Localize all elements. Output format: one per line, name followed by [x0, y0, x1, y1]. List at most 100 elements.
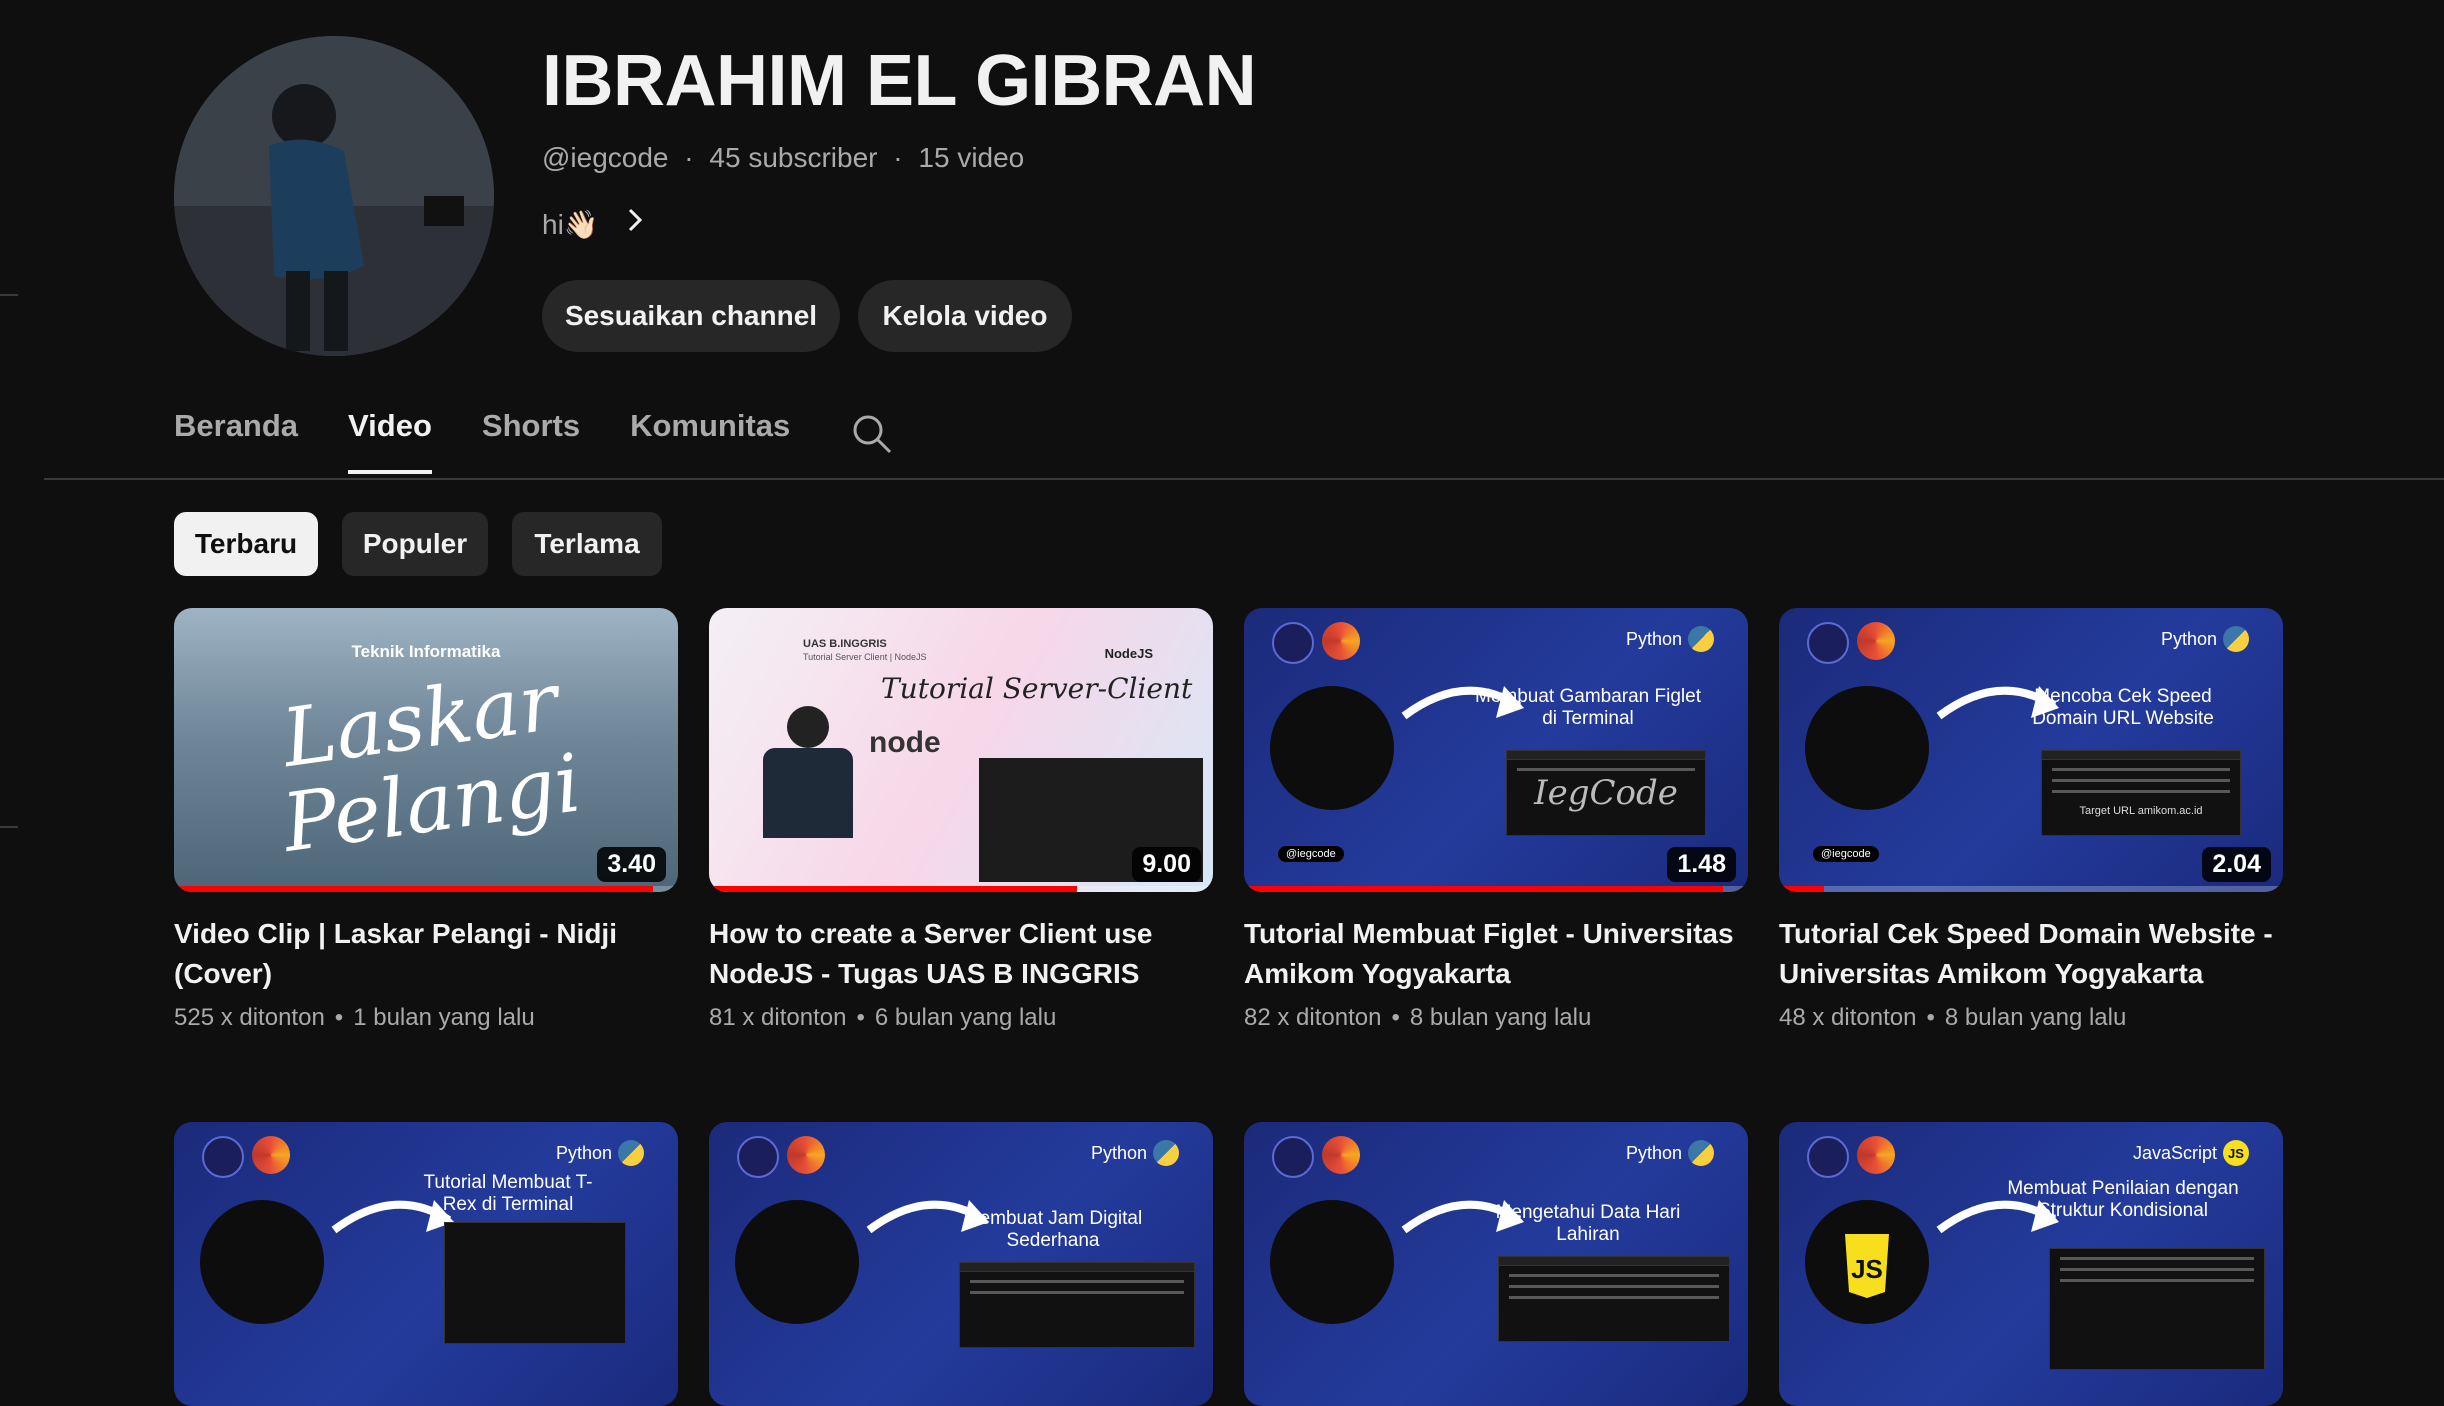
duration-badge: 9.00 — [1132, 847, 1201, 882]
course-label: UAS B.INGGRIS — [803, 638, 887, 650]
video-thumbnail[interactable]: Python Mencoba Cek Speed Domain URL Webs… — [1779, 608, 2283, 892]
logos — [1807, 1136, 1895, 1178]
upload-age: 1 bulan yang lalu — [353, 1004, 535, 1031]
python-icon — [618, 1140, 644, 1166]
video-card[interactable]: UAS B.INGGRIS Tutorial Server Client | N… — [709, 608, 1213, 1032]
video-card[interactable]: Python Membuat Gambaran Figlet di Termin… — [1244, 608, 1748, 1032]
python-icon — [1270, 686, 1394, 810]
tab-videos[interactable]: Video — [348, 408, 432, 474]
view-count: 82 x ditonton — [1244, 1004, 1382, 1031]
video-card[interactable]: Teknik Informatika Laskar Pelangi 3.40 V… — [174, 608, 678, 1032]
view-count: 81 x ditonton — [709, 1004, 847, 1031]
thumbnail-topic: Membuat Jam Digital Sederhana — [963, 1208, 1143, 1251]
thumbnail-topic: Mengetahui Data Hari Lahiran — [1495, 1202, 1681, 1245]
thumbnail-title: Laskar Pelangi — [276, 654, 587, 870]
video-thumbnail[interactable]: Python Tutorial Membuat T-Rex di Termina… — [174, 1122, 678, 1406]
video-thumbnail[interactable]: Python Membuat Jam Digital Sederhana — [709, 1122, 1213, 1406]
channel-avatar[interactable] — [174, 36, 494, 356]
video-card[interactable]: Python Tutorial Membuat T-Rex di Termina… — [174, 1122, 678, 1406]
python-icon — [1688, 626, 1714, 652]
duration-badge: 2.04 — [2202, 847, 2271, 882]
channel-description[interactable]: hi👋🏻 — [542, 206, 645, 242]
video-thumbnail[interactable]: UAS B.INGGRIS Tutorial Server Client | N… — [709, 608, 1213, 892]
chip-popular[interactable]: Populer — [342, 512, 488, 576]
watch-progress — [709, 886, 1077, 892]
video-thumbnail[interactable]: Teknik Informatika Laskar Pelangi 3.40 — [174, 608, 678, 892]
meta-separator: · — [684, 142, 694, 173]
upload-age: 8 bulan yang lalu — [1944, 1004, 2127, 1031]
svg-text:JS: JS — [1851, 1254, 1883, 1284]
logos — [1272, 1136, 1360, 1178]
meta-separator: • — [1926, 1004, 1935, 1031]
python-icon — [1805, 686, 1929, 810]
language-tag: JavaScript JS — [2133, 1140, 2249, 1166]
meta-separator: • — [856, 1004, 865, 1031]
language-tag: Python — [2161, 626, 2249, 652]
meta-separator: • — [1391, 1004, 1400, 1031]
meta-separator: · — [893, 142, 903, 173]
video-card[interactable]: Python Mengetahui Data Hari Lahiran — [1244, 1122, 1748, 1406]
channel-handle: @iegcode — [542, 142, 669, 173]
video-title[interactable]: Tutorial Cek Speed Domain Website - Univ… — [1779, 914, 2283, 994]
logos — [1807, 622, 1895, 664]
search-icon[interactable] — [850, 412, 894, 456]
video-meta: 48 x ditonton • 8 bulan yang lalu — [1779, 1004, 2283, 1032]
upload-age: 8 bulan yang lalu — [1409, 1004, 1592, 1031]
upload-age: 6 bulan yang lalu — [874, 1004, 1057, 1031]
thumbnail-topic: Membuat Penilaian dengan Struktur Kondis… — [2007, 1178, 2239, 1221]
video-card[interactable]: Python Membuat Jam Digital Sederhana — [709, 1122, 1213, 1406]
edge-line — [0, 826, 18, 828]
logos — [1272, 622, 1360, 664]
terminal-screen — [959, 1262, 1195, 1348]
course-subtitle: Tutorial Server Client | NodeJS — [803, 652, 927, 662]
video-card[interactable]: JavaScript JS JS Membuat Penilaian dengan… — [1779, 1122, 2283, 1406]
video-meta: 82 x ditonton • 8 bulan yang lalu — [1244, 1004, 1748, 1032]
chip-oldest[interactable]: Terlama — [512, 512, 662, 576]
python-icon — [2223, 626, 2249, 652]
video-title[interactable]: Tutorial Membuat Figlet - Universitas Am… — [1244, 914, 1748, 994]
python-icon — [1270, 1200, 1394, 1324]
meta-separator: • — [334, 1004, 344, 1031]
tab-shorts[interactable]: Shorts — [482, 408, 580, 464]
thumbnail-topic: Tutorial Membuat T-Rex di Terminal — [423, 1172, 593, 1215]
language-tag: Python — [1091, 1140, 1179, 1166]
avatar-photo — [174, 36, 494, 356]
logos — [737, 1136, 825, 1178]
chip-latest[interactable]: Terbaru — [174, 512, 318, 576]
video-card[interactable]: Python Mencoba Cek Speed Domain URL Webs… — [1779, 608, 2283, 1032]
terminal-screen — [444, 1222, 626, 1344]
terminal-footer: Target URL amikom.ac.id — [2079, 805, 2203, 817]
edge-line — [0, 294, 18, 296]
channel-meta: @iegcode · 45 subscriber · 15 video — [542, 142, 1032, 174]
view-count: 525 x ditonton — [174, 1004, 325, 1031]
video-thumbnail[interactable]: Python Mengetahui Data Hari Lahiran — [1244, 1122, 1748, 1406]
tabs-divider — [44, 478, 2444, 480]
video-count: 15 video — [918, 142, 1025, 173]
manage-videos-button[interactable]: Kelola video — [858, 280, 1072, 352]
thumbnail-topic: Mencoba Cek Speed Domain URL Website — [2032, 686, 2214, 729]
chevron-right-icon — [625, 206, 645, 242]
duration-badge: 1.48 — [1667, 847, 1736, 882]
python-icon — [1153, 1140, 1179, 1166]
python-icon — [1688, 1140, 1714, 1166]
logos — [202, 1136, 290, 1178]
customize-channel-button[interactable]: Sesuaikan channel — [542, 280, 840, 352]
javascript-icon: JS — [1805, 1200, 1929, 1324]
thumbnail-caption: Teknik Informatika — [351, 642, 501, 661]
video-title[interactable]: How to create a Server Client use NodeJS… — [709, 914, 1213, 994]
video-title[interactable]: Video Clip | Laskar Pelangi - Nidji (Cov… — [174, 914, 678, 994]
video-meta: 525 x ditonton • 1 bulan yang lalu — [174, 1004, 678, 1032]
python-icon — [735, 1200, 859, 1324]
node-logo: node — [869, 726, 941, 759]
topic-tag: NodeJS — [1104, 646, 1153, 661]
python-icon — [200, 1200, 324, 1324]
terminal-screen — [1498, 1256, 1730, 1342]
watch-progress — [1779, 886, 1825, 892]
figlet-art: IegCode — [1534, 773, 1678, 813]
video-thumbnail[interactable]: JavaScript JS JS Membuat Penilaian dengan… — [1779, 1122, 2283, 1406]
channel-handle-tag: @iegcode — [1278, 846, 1344, 862]
watch-progress — [1244, 886, 1723, 892]
tab-community[interactable]: Komunitas — [630, 408, 790, 464]
tab-home[interactable]: Beranda — [174, 408, 298, 464]
video-thumbnail[interactable]: Python Membuat Gambaran Figlet di Termin… — [1244, 608, 1748, 892]
